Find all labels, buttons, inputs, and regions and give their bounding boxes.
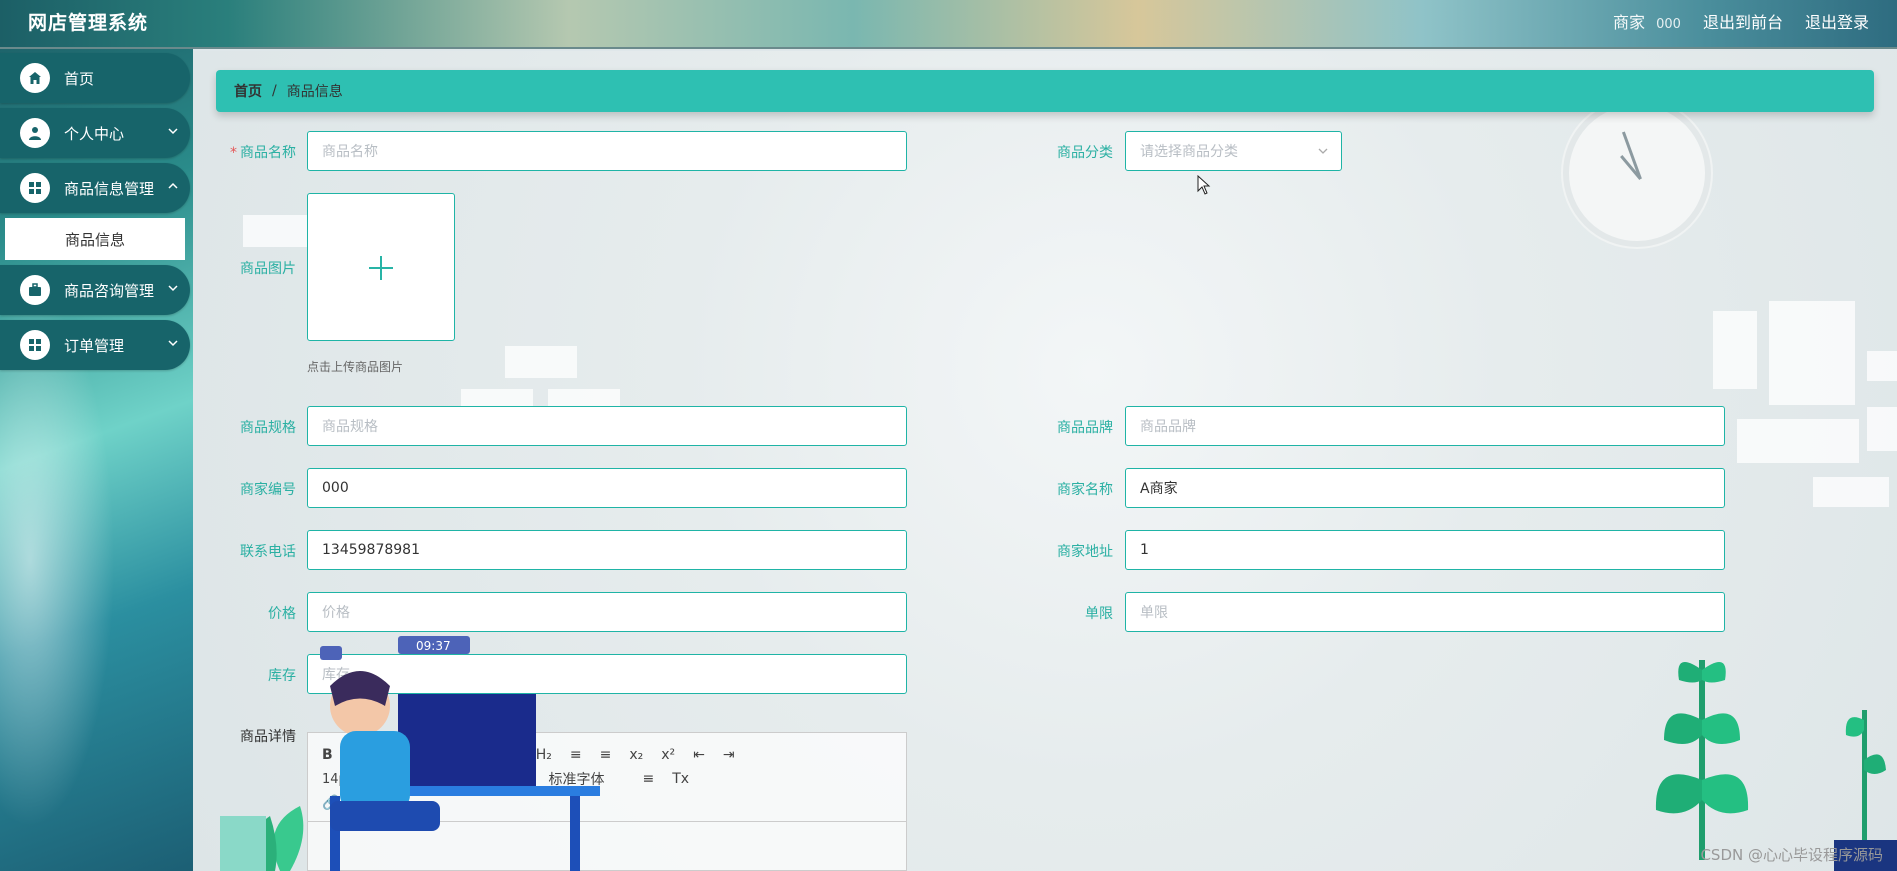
merchant-address-label: 商家地址 [1057,544,1113,560]
sidebar-item-personal-center[interactable]: 个人中心 [0,108,190,158]
chevron-down-icon [168,340,178,347]
sidebar-subitem-product-info[interactable]: 商品信息 [5,218,185,260]
briefcase-icon [20,275,50,305]
chevron-down-icon [168,128,178,135]
grid-icon [20,330,50,360]
decor-box [1867,407,1897,451]
breadcrumb-current: 商品信息 [286,84,343,100]
product-spec-input[interactable]: 商品规格 [307,406,907,446]
sidebar-item-home[interactable]: 首页 [0,53,190,103]
phone-input[interactable]: 13459878981 [307,530,907,570]
logout-link[interactable]: 退出登录 [1805,9,1869,33]
order-limit-label: 单限 [1085,606,1113,622]
chevron-down-icon [168,285,178,292]
indent-icon[interactable]: ⇥ [723,747,735,763]
product-brand-label: 商品品牌 [1057,420,1113,436]
sidebar-item-label: 商品咨询管理 [64,281,155,300]
sidebar-item-label: 商品信息管理 [64,179,155,198]
chevron-down-icon [1318,148,1328,154]
decor-box [505,346,577,378]
plant-illustration [1655,660,1897,871]
product-name-input[interactable]: 商品名称 [307,131,907,171]
home-icon [20,63,50,93]
current-user: 商家 000 [1613,9,1681,33]
decor-box [243,215,307,247]
decor-box [1867,351,1897,381]
order-limit-input[interactable]: 单限 [1125,592,1725,632]
sidebar-item-consultation-management[interactable]: 商品咨询管理 [0,265,190,315]
merchant-name-label: 商家名称 [1057,482,1113,498]
merchant-no-label: 商家编号 [240,482,296,498]
product-category-select[interactable]: 请选择商品分类 [1125,131,1342,171]
user-name: 000 [1656,17,1681,32]
price-input[interactable]: 价格 [307,592,907,632]
phone-label: 联系电话 [240,544,296,560]
chevron-up-icon [168,182,178,189]
category-placeholder: 请选择商品分类 [1140,144,1238,160]
product-category-label: 商品分类 [1057,145,1113,161]
person-at-desk-illustration: 09:37 [220,636,600,871]
grid-icon [20,173,50,203]
image-upload-box[interactable] [307,193,455,341]
decor-box [1713,311,1757,389]
required-asterisk: * [230,145,237,161]
price-label: 价格 [268,606,296,622]
clock-badge-text: 09:37 [416,639,451,653]
breadcrumb-separator: / [272,83,277,99]
merchant-name-input[interactable]: A商家 [1125,468,1725,508]
breadcrumb: 首页 / 商品信息 [216,70,1874,112]
upload-hint: 点击上传商品图片 [307,360,404,374]
top-header: 网店管理系统 商家 000 退出到前台 退出登录 [0,0,1897,49]
mouse-cursor-icon [1197,175,1211,195]
watermark: CSDN @心心毕设程序源码 [1700,846,1883,864]
app-title: 网店管理系统 [28,12,149,34]
front-link[interactable]: 退出到前台 [1703,9,1783,33]
decor-box [1769,301,1855,405]
product-name-label: * 商品名称 [230,145,296,161]
sidebar: 首页 个人中心 商品信息管理 商品信息 商品咨询管理 订单管理 [0,53,190,375]
sidebar-item-product-management[interactable]: 商品信息管理 [0,163,190,213]
sidebar-item-label: 首页 [64,69,95,88]
sidebar-item-order-management[interactable]: 订单管理 [0,320,190,370]
user-role: 商家 [1613,13,1646,32]
merchant-address-input[interactable]: 1 [1125,530,1725,570]
header-actions: 商家 000 退出到前台 退出登录 [1613,9,1869,33]
clock-illustration [1563,99,1711,247]
decor-box [1813,477,1889,507]
breadcrumb-home[interactable]: 首页 [234,81,262,101]
merchant-no-input[interactable]: 000 [307,468,907,508]
sidebar-item-label: 订单管理 [64,336,125,355]
decor-box [1737,419,1859,463]
user-icon [20,118,50,148]
product-brand-input[interactable]: 商品品牌 [1125,406,1725,446]
sidebar-item-label: 个人中心 [64,124,125,143]
product-spec-label: 商品规格 [240,420,296,436]
product-image-label: 商品图片 [240,261,296,277]
